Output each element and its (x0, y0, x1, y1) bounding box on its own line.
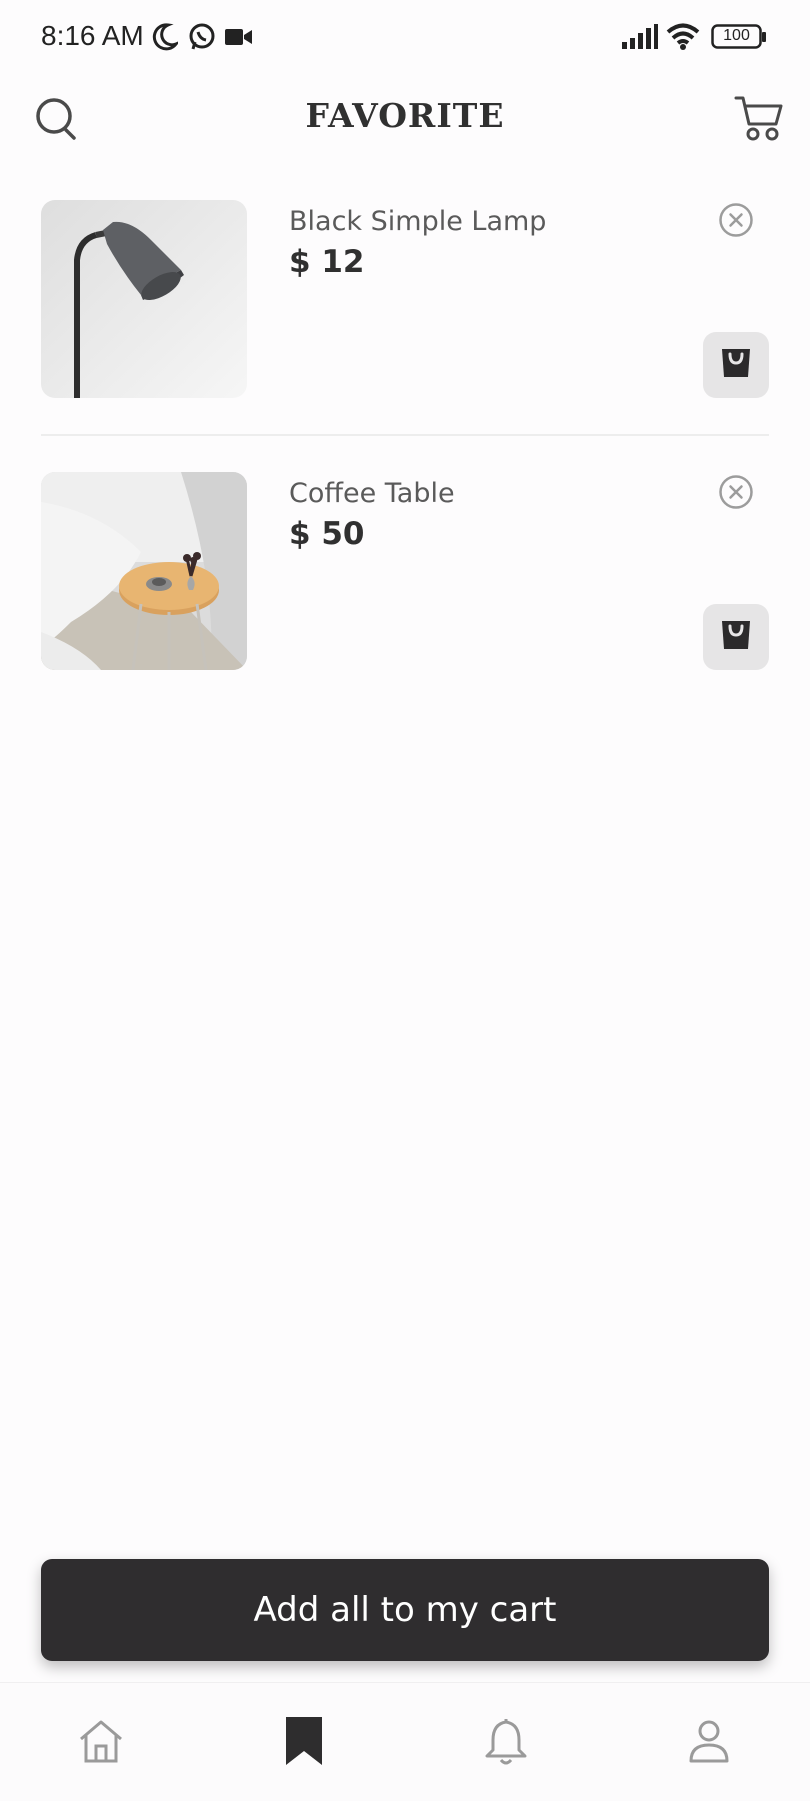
favorite-item[interactable]: Black Simple Lamp $ 12 (0, 200, 810, 400)
add-all-to-cart-button[interactable]: Add all to my cart (41, 1559, 769, 1661)
home-icon (77, 1717, 125, 1770)
remove-icon[interactable] (718, 202, 754, 238)
cart-icon[interactable] (734, 94, 784, 147)
status-bar: 8:16 AM 100 (0, 0, 810, 76)
nav-notifications[interactable] (476, 1713, 536, 1773)
status-time: 8:16 AM (41, 20, 144, 51)
signal-icon (621, 24, 659, 55)
remove-icon[interactable] (718, 474, 754, 510)
add-to-cart-button[interactable] (703, 332, 769, 398)
nav-home[interactable] (71, 1713, 131, 1773)
shopping-bag-icon (719, 347, 753, 384)
bookmark-icon (284, 1715, 324, 1772)
video-camera-icon (224, 26, 254, 53)
item-name: Coffee Table (289, 478, 455, 509)
bell-icon (483, 1716, 529, 1771)
shopping-bag-icon (719, 619, 753, 656)
nav-profile[interactable] (679, 1713, 739, 1773)
wifi-icon (666, 22, 700, 55)
profile-icon (687, 1719, 731, 1768)
coffee-table-photo[interactable] (41, 472, 247, 670)
battery-icon: 100 (711, 24, 767, 55)
item-price: $ 50 (289, 516, 365, 552)
add-to-cart-button[interactable] (703, 604, 769, 670)
whatsapp-icon (188, 22, 216, 57)
page-title: FAVORITE (305, 96, 505, 135)
item-price: $ 12 (289, 244, 365, 280)
moon-icon (150, 22, 181, 57)
favorite-item[interactable]: Coffee Table $ 50 (0, 472, 810, 672)
floor-lamp-photo[interactable] (41, 200, 247, 398)
battery-level: 100 (723, 27, 750, 44)
nav-favorites[interactable] (274, 1713, 334, 1773)
divider (41, 434, 769, 436)
bottom-nav (0, 1682, 810, 1801)
item-name: Black Simple Lamp (289, 206, 547, 237)
